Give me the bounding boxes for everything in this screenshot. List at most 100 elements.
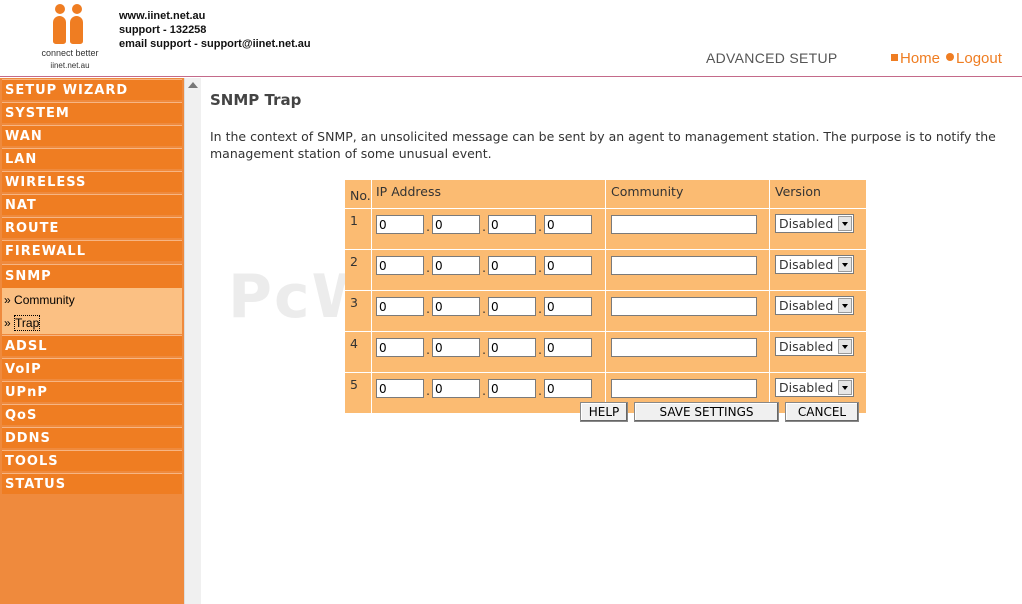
ip-octet-4[interactable] xyxy=(544,338,592,357)
table-row: 3 ... Disabled xyxy=(345,291,867,332)
ip-octet-1[interactable] xyxy=(376,379,424,398)
version-select[interactable]: Disabled xyxy=(775,214,854,233)
community-cell xyxy=(606,291,770,332)
sidebar-item-route[interactable]: ROUTE xyxy=(2,217,182,238)
help-button[interactable]: HELP xyxy=(580,402,628,422)
scroll-up-arrow-icon[interactable] xyxy=(188,82,198,88)
ip-address-cell: ... xyxy=(372,373,606,414)
row-number: 3 xyxy=(345,291,372,332)
version-select[interactable]: Disabled xyxy=(775,296,854,315)
community-input[interactable] xyxy=(611,338,757,357)
contact-support-phone: support - 132258 xyxy=(119,24,207,36)
ip-octet-4[interactable] xyxy=(544,256,592,275)
sidebar-item-wan[interactable]: WAN xyxy=(2,125,182,146)
version-cell: Disabled xyxy=(770,291,867,332)
iinet-logo[interactable]: connect better iinet.net.au xyxy=(30,4,110,72)
row-number: 5 xyxy=(345,373,372,414)
sidebar-item-wireless[interactable]: WIRELESS xyxy=(2,171,182,192)
ip-address-cell: ... xyxy=(372,250,606,291)
dropdown-arrow-icon[interactable] xyxy=(838,339,852,354)
community-cell xyxy=(606,250,770,291)
version-select[interactable]: Disabled xyxy=(775,337,854,356)
dropdown-arrow-icon[interactable] xyxy=(838,298,852,313)
community-cell xyxy=(606,209,770,250)
sidebar-item-tools[interactable]: TOOLS xyxy=(2,450,182,471)
table-header-row: No. IP Address Community Version xyxy=(345,180,867,209)
sidebar-item-lan[interactable]: LAN xyxy=(2,148,182,169)
table-row: 1 ... Disabled xyxy=(345,209,867,250)
community-input[interactable] xyxy=(611,297,757,316)
logo-tagline: connect better xyxy=(41,48,99,58)
sidebar-item-nat[interactable]: NAT xyxy=(2,194,182,215)
ip-octet-2[interactable] xyxy=(432,379,480,398)
community-input[interactable] xyxy=(611,379,757,398)
sidebar-item-status[interactable]: STATUS xyxy=(2,473,182,494)
version-select[interactable]: Disabled xyxy=(775,378,854,397)
row-number: 2 xyxy=(345,250,372,291)
round-bullet-icon xyxy=(946,53,955,61)
ip-octet-1[interactable] xyxy=(376,338,424,357)
community-cell xyxy=(606,332,770,373)
sidebar-item-adsl[interactable]: ADSL xyxy=(2,335,182,356)
logo-url: iinet.net.au xyxy=(50,61,90,70)
sidebar-item-qos[interactable]: QoS xyxy=(2,404,182,425)
ip-octet-1[interactable] xyxy=(376,297,424,316)
ip-address-cell: ... xyxy=(372,209,606,250)
dropdown-arrow-icon[interactable] xyxy=(838,216,852,231)
table-row: 2 ... Disabled xyxy=(345,250,867,291)
cancel-button[interactable]: CANCEL xyxy=(785,402,859,422)
sidebar-item-snmp[interactable]: SNMP xyxy=(2,264,182,288)
ip-octet-4[interactable] xyxy=(544,297,592,316)
row-number: 1 xyxy=(345,209,372,250)
ip-octet-1[interactable] xyxy=(376,215,424,234)
version-select[interactable]: Disabled xyxy=(775,255,854,274)
contact-support-email: email support - support@iinet.net.au xyxy=(119,38,311,50)
contact-info: www.iinet.net.au support - 132258 email … xyxy=(119,9,311,51)
ip-octet-3[interactable] xyxy=(488,215,536,234)
submenu-item-trap[interactable]: » Trap xyxy=(4,315,41,331)
version-cell: Disabled xyxy=(770,250,867,291)
dropdown-arrow-icon[interactable] xyxy=(838,257,852,272)
sidebar-item-setup-wizard[interactable]: SETUP WIZARD xyxy=(2,79,182,100)
ip-octet-3[interactable] xyxy=(488,338,536,357)
dropdown-arrow-icon[interactable] xyxy=(838,380,852,395)
community-input[interactable] xyxy=(611,215,757,234)
top-links: Home Logout xyxy=(891,50,1002,67)
sidebar-item-ddns[interactable]: DDNS xyxy=(2,427,182,448)
ip-octet-2[interactable] xyxy=(432,297,480,316)
table-row: 4 ... Disabled xyxy=(345,332,867,373)
version-cell: Disabled xyxy=(770,209,867,250)
sidebar-scrollbar[interactable] xyxy=(184,78,201,604)
version-cell: Disabled xyxy=(770,332,867,373)
header-no: No. xyxy=(345,180,372,209)
ip-octet-3[interactable] xyxy=(488,379,536,398)
ip-octet-3[interactable] xyxy=(488,297,536,316)
ip-address-cell: ... xyxy=(372,291,606,332)
sidebar-item-upnp[interactable]: UPnP xyxy=(2,381,182,402)
ip-address-cell: ... xyxy=(372,332,606,373)
community-input[interactable] xyxy=(611,256,757,275)
ip-octet-2[interactable] xyxy=(432,256,480,275)
header-version: Version xyxy=(770,180,867,209)
save-settings-button[interactable]: SAVE SETTINGS xyxy=(634,402,779,422)
page-title: SNMP Trap xyxy=(210,91,302,109)
home-link[interactable]: Home xyxy=(891,50,940,67)
ip-octet-4[interactable] xyxy=(544,215,592,234)
page-description: In the context of SNMP, an unsolicited m… xyxy=(210,129,996,161)
sidebar-item-voip[interactable]: VoIP xyxy=(2,358,182,379)
sidebar-item-system[interactable]: SYSTEM xyxy=(2,102,182,123)
logout-link[interactable]: Logout xyxy=(940,50,1002,67)
ii-logo-icon xyxy=(52,4,88,44)
snmp-submenu: » Community » Trap xyxy=(2,288,182,334)
square-bullet-icon xyxy=(891,54,898,61)
ip-octet-1[interactable] xyxy=(376,256,424,275)
section-title: ADVANCED SETUP xyxy=(706,50,838,66)
ip-octet-2[interactable] xyxy=(432,338,480,357)
ip-octet-3[interactable] xyxy=(488,256,536,275)
sidebar-item-firewall[interactable]: FIREWALL xyxy=(2,240,182,261)
header-ip-address: IP Address xyxy=(372,180,606,209)
ip-octet-4[interactable] xyxy=(544,379,592,398)
contact-website: www.iinet.net.au xyxy=(119,10,206,22)
ip-octet-2[interactable] xyxy=(432,215,480,234)
submenu-item-community[interactable]: » Community xyxy=(4,293,75,307)
